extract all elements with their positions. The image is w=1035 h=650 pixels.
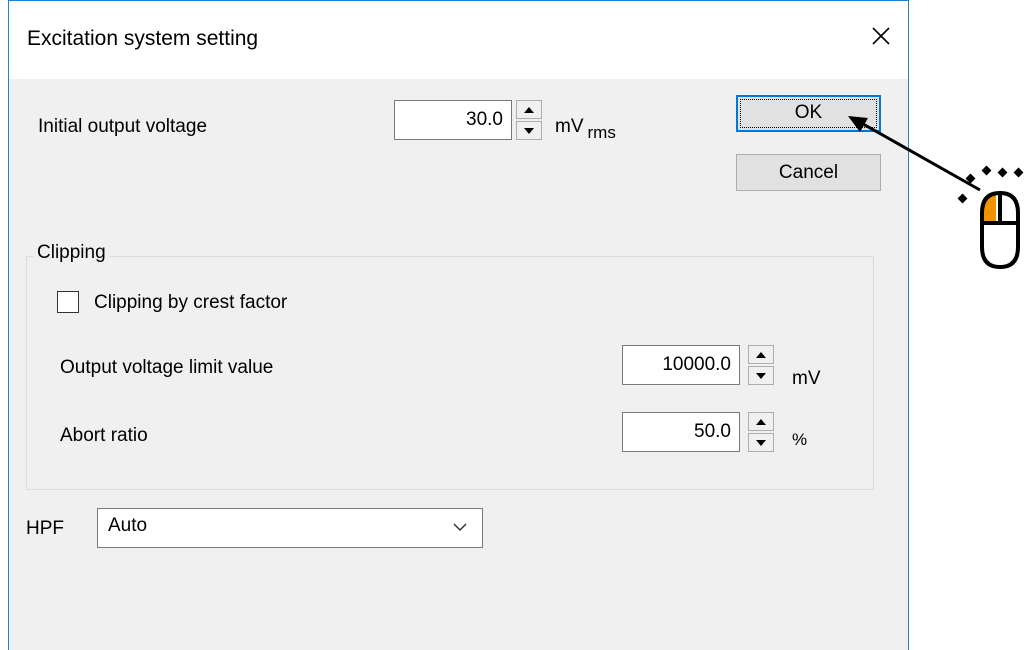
hpf-select[interactable]: Auto <box>97 508 483 548</box>
abort-ratio-label: Abort ratio <box>60 425 148 446</box>
initial-voltage-spinner[interactable] <box>516 100 542 140</box>
triangle-up-icon <box>524 106 534 113</box>
voltage-limit-unit: mV <box>792 368 821 389</box>
mouse-click-illustration <box>955 165 1035 275</box>
hpf-selected-value: Auto <box>108 515 148 536</box>
close-button[interactable] <box>866 21 896 51</box>
title-bar: Excitation system setting <box>9 1 908 79</box>
clipping-crest-label[interactable]: Clipping by crest factor <box>94 292 287 314</box>
initial-voltage-unit: mV rms <box>555 116 616 142</box>
triangle-down-icon <box>756 372 766 379</box>
hpf-label: HPF <box>26 518 64 539</box>
voltage-limit-spinner[interactable] <box>748 345 774 385</box>
spin-down-button[interactable] <box>516 121 542 140</box>
initial-voltage-input[interactable]: 30.0 <box>394 100 512 140</box>
spin-down-button[interactable] <box>748 433 774 452</box>
abort-ratio-input[interactable]: 50.0 <box>622 412 740 452</box>
close-icon <box>872 27 890 45</box>
chevron-down-icon <box>453 523 467 532</box>
abort-ratio-unit: % <box>792 430 808 449</box>
spin-down-button[interactable] <box>748 366 774 385</box>
spin-up-button[interactable] <box>516 100 542 119</box>
voltage-limit-label: Output voltage limit value <box>60 357 274 378</box>
voltage-limit-input[interactable]: 10000.0 <box>622 345 740 385</box>
triangle-up-icon <box>756 351 766 358</box>
unit-text: mV <box>555 116 584 137</box>
window-title: Excitation system setting <box>27 27 259 50</box>
spin-up-button[interactable] <box>748 345 774 364</box>
triangle-down-icon <box>524 127 534 134</box>
triangle-down-icon <box>756 439 766 446</box>
triangle-up-icon <box>756 418 766 425</box>
unit-subscript: rms <box>587 123 616 142</box>
spin-up-button[interactable] <box>748 412 774 431</box>
clipping-crest-checkbox[interactable] <box>57 291 79 313</box>
mouse-left-click-icon <box>957 165 1024 270</box>
abort-ratio-spinner[interactable] <box>748 412 774 452</box>
initial-voltage-label: Initial output voltage <box>38 116 208 137</box>
clipping-group-title: Clipping <box>33 242 110 264</box>
